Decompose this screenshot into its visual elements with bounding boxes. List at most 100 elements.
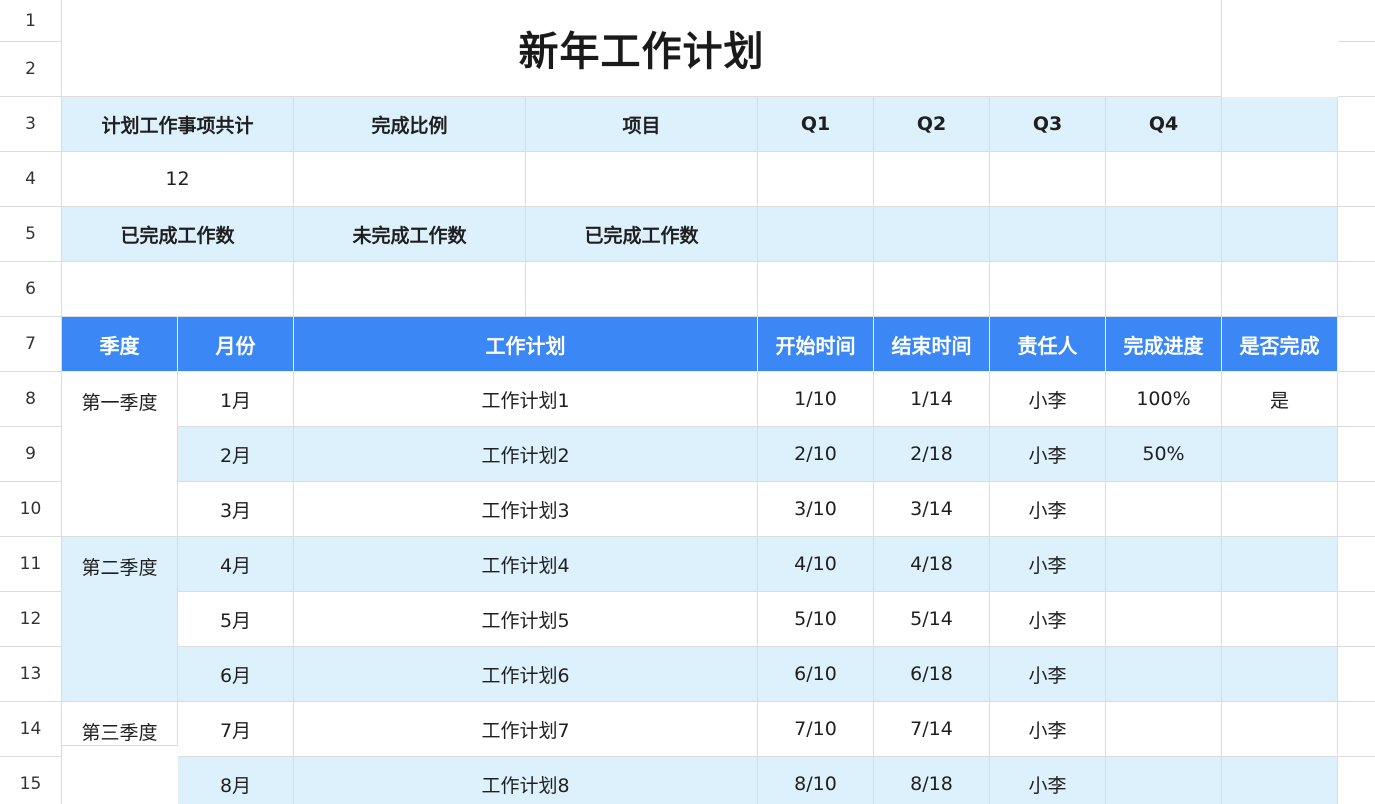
summary-header-cell[interactable]: 项目 — [526, 97, 758, 152]
progress-cell[interactable] — [1106, 757, 1222, 804]
summary-header-cell[interactable]: Q1 — [758, 97, 874, 152]
empty-cell[interactable] — [526, 152, 758, 207]
planned-total-label[interactable]: 计划工作事项共计 — [62, 97, 294, 152]
row-number[interactable]: 6 — [0, 262, 62, 317]
end-date-cell[interactable]: 5/14 — [874, 592, 990, 647]
end-date-cell[interactable]: 3/14 — [874, 482, 990, 537]
empty-cell[interactable] — [62, 262, 294, 317]
empty-cell[interactable] — [1222, 207, 1338, 262]
month-cell[interactable]: 6月 — [178, 647, 294, 702]
plan-cell[interactable]: 工作计划8 — [294, 757, 758, 804]
start-date-cell[interactable]: 8/10 — [758, 757, 874, 804]
owner-cell[interactable]: 小李 — [990, 427, 1106, 482]
progress-cell[interactable] — [1106, 537, 1222, 592]
start-date-cell[interactable]: 6/10 — [758, 647, 874, 702]
empty-cell[interactable] — [990, 262, 1106, 317]
row-number[interactable]: 5 — [0, 207, 62, 262]
empty-cell[interactable] — [990, 152, 1106, 207]
row-number[interactable]: 2 — [0, 42, 62, 97]
month-cell[interactable]: 8月 — [178, 757, 294, 804]
start-date-cell[interactable]: 1/10 — [758, 372, 874, 427]
plan-cell[interactable]: 工作计划7 — [294, 702, 758, 757]
month-cell[interactable]: 2月 — [178, 427, 294, 482]
row-number[interactable]: 3 — [0, 97, 62, 152]
month-cell[interactable]: 4月 — [178, 537, 294, 592]
owner-cell[interactable]: 小李 — [990, 647, 1106, 702]
empty-cell[interactable] — [990, 207, 1106, 262]
row-number[interactable]: 4 — [0, 152, 62, 207]
done-cell[interactable] — [1222, 647, 1338, 702]
month-cell[interactable]: 1月 — [178, 372, 294, 427]
empty-cell[interactable] — [1106, 207, 1222, 262]
progress-cell[interactable]: 50% — [1106, 427, 1222, 482]
month-cell[interactable]: 3月 — [178, 482, 294, 537]
done-cell[interactable] — [1222, 702, 1338, 757]
column-header[interactable]: 责任人 — [990, 317, 1106, 372]
row-number[interactable]: 11 — [0, 537, 62, 592]
column-header[interactable]: 完成进度 — [1106, 317, 1222, 372]
summary-label-cell[interactable]: 已完成工作数 — [526, 207, 758, 262]
owner-cell[interactable]: 小李 — [990, 537, 1106, 592]
plan-cell[interactable]: 工作计划2 — [294, 427, 758, 482]
quarter-cell[interactable]: 第二季度 — [62, 537, 178, 702]
column-header[interactable]: 工作计划 — [294, 317, 758, 372]
column-header[interactable]: 月份 — [178, 317, 294, 372]
summary-header-cell[interactable]: Q3 — [990, 97, 1106, 152]
quarter-cell[interactable]: 第一季度 — [62, 372, 178, 537]
row-number[interactable]: 8 — [0, 372, 62, 427]
row-number[interactable]: 13 — [0, 647, 62, 702]
empty-cell[interactable] — [1222, 152, 1338, 207]
done-cell[interactable] — [1222, 482, 1338, 537]
start-date-cell[interactable]: 7/10 — [758, 702, 874, 757]
start-date-cell[interactable]: 3/10 — [758, 482, 874, 537]
row-number[interactable]: 9 — [0, 427, 62, 482]
owner-cell[interactable]: 小李 — [990, 372, 1106, 427]
empty-cell[interactable] — [526, 262, 758, 317]
done-cell[interactable] — [1222, 592, 1338, 647]
empty-cell[interactable] — [758, 262, 874, 317]
end-date-cell[interactable]: 2/18 — [874, 427, 990, 482]
row-number[interactable]: 12 — [0, 592, 62, 647]
column-header[interactable]: 开始时间 — [758, 317, 874, 372]
start-date-cell[interactable]: 2/10 — [758, 427, 874, 482]
end-date-cell[interactable]: 6/18 — [874, 647, 990, 702]
plan-cell[interactable]: 工作计划6 — [294, 647, 758, 702]
end-date-cell[interactable]: 7/14 — [874, 702, 990, 757]
empty-cell[interactable] — [874, 152, 990, 207]
done-cell[interactable] — [1222, 757, 1338, 804]
column-header[interactable]: 季度 — [62, 317, 178, 372]
end-date-cell[interactable]: 1/14 — [874, 372, 990, 427]
row-number[interactable]: 10 — [0, 482, 62, 537]
empty-cell[interactable] — [874, 207, 990, 262]
progress-cell[interactable] — [1106, 647, 1222, 702]
row-number[interactable]: 14 — [0, 702, 62, 757]
done-cell[interactable] — [1222, 427, 1338, 482]
progress-cell[interactable] — [1106, 482, 1222, 537]
empty-cell[interactable] — [294, 262, 526, 317]
end-date-cell[interactable]: 4/18 — [874, 537, 990, 592]
start-date-cell[interactable]: 4/10 — [758, 537, 874, 592]
month-cell[interactable]: 5月 — [178, 592, 294, 647]
start-date-cell[interactable]: 5/10 — [758, 592, 874, 647]
summary-header-cell[interactable]: 完成比例 — [294, 97, 526, 152]
sheet-title[interactable]: 新年工作计划 — [62, 0, 1222, 97]
empty-cell[interactable] — [758, 207, 874, 262]
plan-cell[interactable]: 工作计划4 — [294, 537, 758, 592]
progress-cell[interactable] — [1106, 592, 1222, 647]
plan-cell[interactable]: 工作计划1 — [294, 372, 758, 427]
owner-cell[interactable]: 小李 — [990, 482, 1106, 537]
done-cell[interactable] — [1222, 537, 1338, 592]
empty-cell[interactable] — [874, 262, 990, 317]
empty-cell[interactable] — [294, 152, 526, 207]
empty-cell[interactable] — [1222, 262, 1338, 317]
summary-header-cell[interactable]: Q2 — [874, 97, 990, 152]
empty-cell[interactable] — [1106, 152, 1222, 207]
summary-label-cell[interactable]: 未完成工作数 — [294, 207, 526, 262]
plan-cell[interactable]: 工作计划5 — [294, 592, 758, 647]
summary-label-cell[interactable]: 已完成工作数 — [62, 207, 294, 262]
owner-cell[interactable]: 小李 — [990, 592, 1106, 647]
quarter-cell[interactable]: 第三季度 — [62, 702, 178, 746]
planned-total-value[interactable]: 12 — [62, 152, 294, 207]
done-cell[interactable]: 是 — [1222, 372, 1338, 427]
summary-header-cell[interactable]: Q4 — [1106, 97, 1222, 152]
